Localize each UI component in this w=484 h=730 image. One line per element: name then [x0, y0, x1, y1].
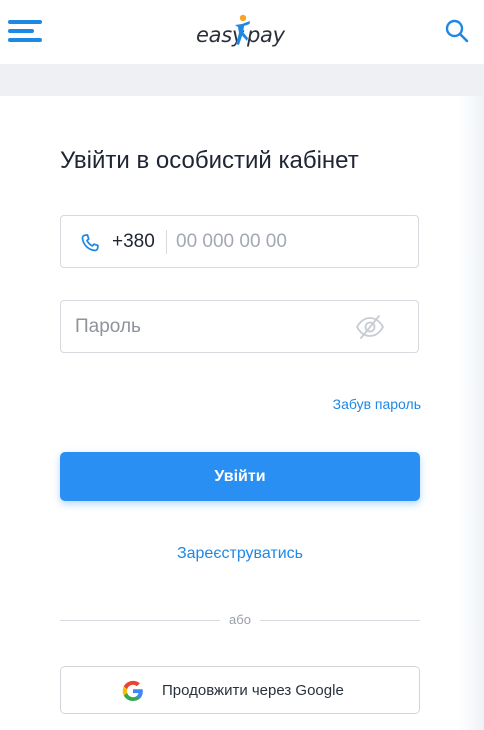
eye-off-icon[interactable]: [355, 314, 385, 340]
password-field[interactable]: [60, 300, 419, 353]
forgot-password-link[interactable]: Забув пароль: [333, 395, 421, 413]
hamburger-menu-icon[interactable]: [8, 18, 42, 44]
google-login-button[interactable]: Продовжити через Google: [60, 666, 420, 714]
page-title: Увійти в особистий кабінет: [60, 147, 359, 174]
easypay-logo[interactable]: easy pay: [176, 14, 308, 54]
menu-line: [8, 20, 42, 24]
login-button[interactable]: Увійти: [60, 452, 420, 501]
phone-separator: [166, 230, 167, 254]
password-input[interactable]: [75, 311, 345, 343]
google-button-label: Продовжити через Google: [162, 682, 344, 699]
header-divider-band: [0, 64, 484, 96]
register-link[interactable]: Зареєструватись: [60, 544, 420, 564]
phone-field[interactable]: +380: [60, 215, 419, 268]
menu-line: [8, 29, 34, 33]
divider-label: або: [229, 612, 251, 627]
logo-text-pay: pay: [247, 23, 285, 47]
divider-line: [60, 620, 220, 621]
app-header: easy pay: [0, 0, 484, 64]
phone-input[interactable]: [176, 226, 406, 258]
search-icon[interactable]: [444, 18, 470, 44]
google-icon: [122, 680, 143, 701]
scroll-edge-shadow: [458, 96, 484, 730]
divider-line: [260, 620, 420, 621]
menu-line: [8, 38, 42, 42]
phone-country-code: +380: [112, 231, 155, 252]
phone-icon: [81, 234, 99, 252]
